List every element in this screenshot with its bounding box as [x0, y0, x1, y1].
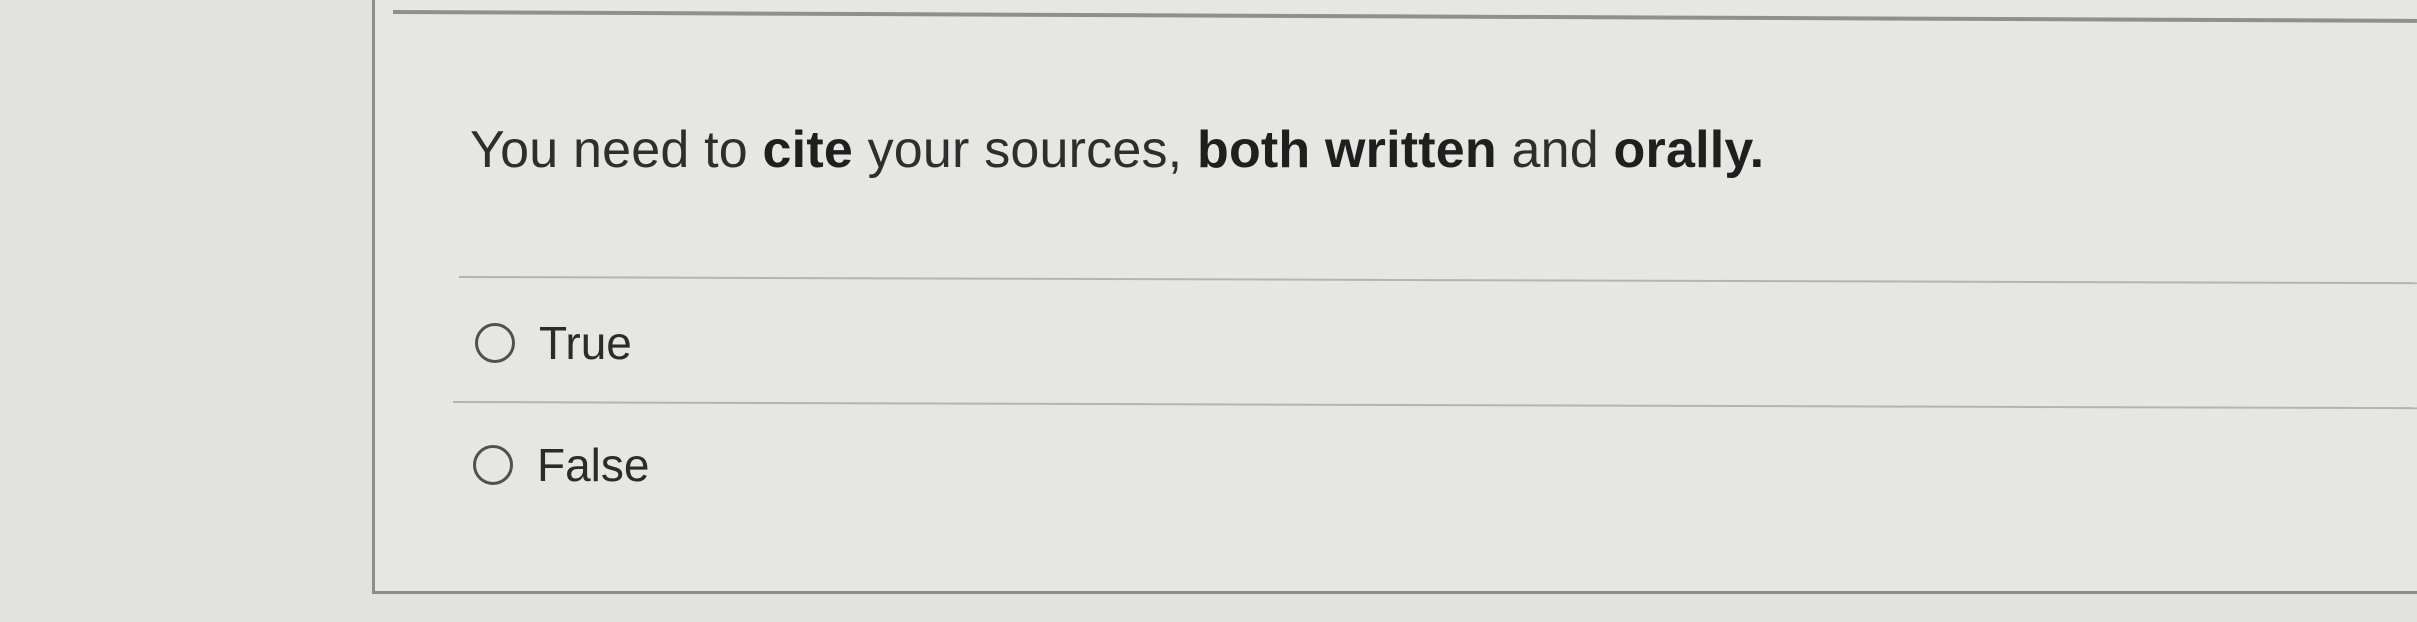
option-label-true: True	[539, 317, 632, 369]
radio-button-true[interactable]	[475, 323, 515, 363]
radio-button-false[interactable]	[473, 445, 513, 485]
answer-option-true[interactable]: True	[475, 316, 632, 370]
question-segment: and	[1496, 121, 1614, 179]
question-segment-bold: cite	[762, 121, 853, 179]
question-divider	[458, 276, 2417, 285]
question-segment-bold: both written	[1196, 121, 1497, 179]
question-card: You need to cite your sources, both writ…	[372, 0, 2417, 594]
question-text: You need to cite your sources, both writ…	[470, 120, 1764, 180]
option-label-false: False	[537, 439, 650, 491]
question-segment: You need to	[470, 121, 763, 179]
question-segment: your sources,	[852, 121, 1197, 179]
answer-option-false[interactable]: False	[473, 438, 649, 492]
option-divider	[452, 401, 2417, 410]
card-top-border	[392, 10, 2417, 23]
question-segment-bold: orally.	[1613, 121, 1765, 179]
